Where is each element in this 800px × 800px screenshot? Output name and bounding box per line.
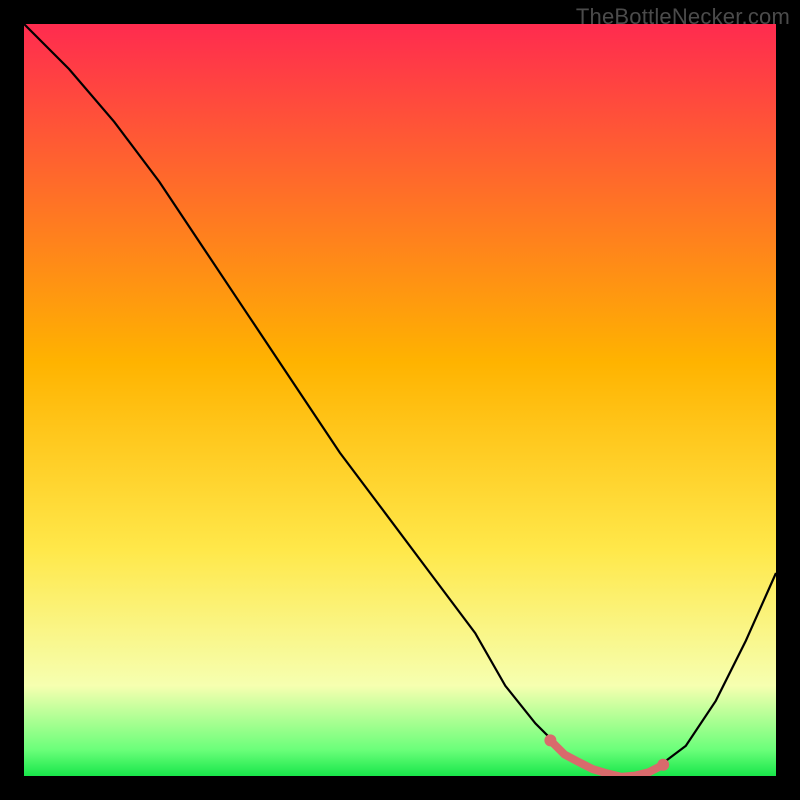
highlight-end-dot — [657, 759, 669, 771]
plot-svg — [24, 24, 776, 776]
highlight-end-dot — [544, 734, 556, 746]
plot-area — [24, 24, 776, 776]
chart-container: TheBottleNecker.com — [0, 0, 800, 800]
watermark-text: TheBottleNecker.com — [576, 4, 790, 30]
gradient-background — [24, 24, 776, 776]
